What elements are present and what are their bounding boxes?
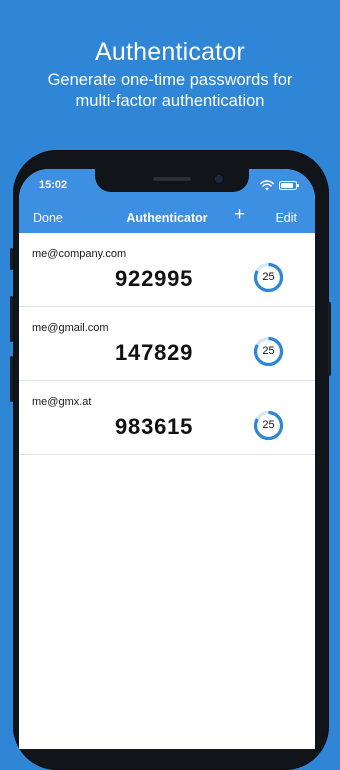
notch <box>95 169 249 192</box>
countdown-timer: 25 <box>253 262 284 293</box>
otp-code[interactable]: 983615 <box>115 414 193 440</box>
edit-button[interactable]: Edit <box>275 211 297 225</box>
status-time: 15:02 <box>39 179 68 191</box>
navigation-bar: 15:02 Done Authenticator + Edit <box>19 169 315 233</box>
promo-subtitle-line-1: Generate one-time passwords for <box>47 71 293 89</box>
phone-screen: 15:02 Done Authenticator + Edit me@compa… <box>19 169 315 749</box>
speaker-grille <box>153 177 191 181</box>
timer-seconds: 25 <box>262 271 275 283</box>
nav-title: Authenticator <box>126 211 208 225</box>
account-email: me@gmail.com <box>32 322 109 334</box>
phone-side-button-left-2 <box>10 296 13 342</box>
timer-seconds: 25 <box>262 419 275 431</box>
front-camera <box>215 175 223 183</box>
phone-side-button-right <box>328 302 331 376</box>
account-row[interactable]: me@gmail.com 147829 25 <box>19 307 315 381</box>
otp-code[interactable]: 147829 <box>115 340 193 366</box>
add-account-button[interactable]: + <box>234 205 245 224</box>
account-row[interactable]: me@gmx.at 983615 25 <box>19 381 315 455</box>
phone-side-button-left-1 <box>10 248 13 270</box>
battery-icon <box>279 180 299 190</box>
account-row[interactable]: me@company.com 922995 25 <box>19 233 315 307</box>
account-email: me@company.com <box>32 248 127 260</box>
timer-seconds: 25 <box>262 345 275 357</box>
otp-code[interactable]: 922995 <box>115 266 193 292</box>
status-icons <box>260 178 299 192</box>
promo-title: Authenticator <box>95 38 245 66</box>
countdown-timer: 25 <box>253 410 284 441</box>
phone-side-button-left-3 <box>10 356 13 402</box>
promo-subtitle-line-2: multi-factor authentication <box>75 92 265 110</box>
account-email: me@gmx.at <box>32 396 92 408</box>
wifi-icon <box>260 179 274 190</box>
account-list: me@company.com 922995 25 me@gmail.com 14… <box>19 233 315 455</box>
promo-subtitle: Generate one-time passwords for multi-fa… <box>0 70 340 112</box>
countdown-timer: 25 <box>253 336 284 367</box>
